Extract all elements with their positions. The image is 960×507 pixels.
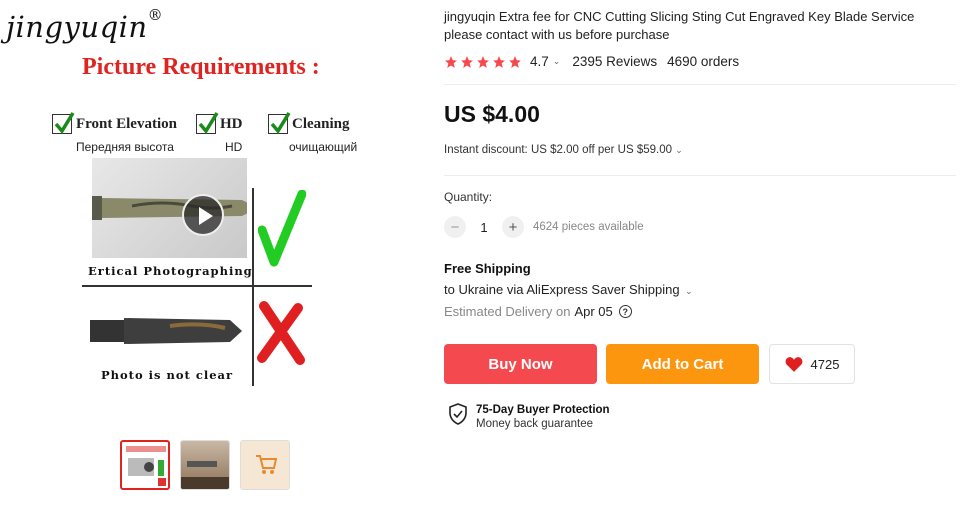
- quantity-label: Quantity:: [444, 190, 493, 204]
- buyer-protection: 75-Day Buyer Protection Money back guara…: [448, 403, 610, 431]
- instant-discount[interactable]: Instant discount: US $2.00 off per US $5…: [444, 144, 683, 156]
- brand-logo: jingyuqin®: [6, 6, 164, 44]
- caption-good: Ertical Photographing: [88, 264, 253, 278]
- help-icon[interactable]: ?: [618, 305, 632, 318]
- green-check-icon: [258, 190, 306, 267]
- star-icon: [461, 55, 473, 68]
- thumbnail-strip: [120, 440, 290, 490]
- blurry-key-photo: [90, 318, 242, 344]
- increase-quantity-button[interactable]: +: [502, 216, 524, 238]
- product-title: jingyuqin Extra fee for CNC Cutting Slic…: [444, 9, 915, 42]
- product-gallery: jingyuqin® Picture Requirements : Front …: [0, 0, 420, 507]
- add-to-cart-button[interactable]: Add to Cart: [606, 344, 759, 384]
- chevron-down-icon: ⌄: [675, 145, 683, 155]
- reviews-link[interactable]: 2395 Reviews: [572, 54, 657, 69]
- main-product-image[interactable]: jingyuqin® Picture Requirements : Front …: [0, 0, 420, 425]
- shipping-destination[interactable]: to Ukraine via AliExpress Saver Shipping…: [444, 282, 705, 297]
- red-x-icon: [257, 301, 305, 365]
- star-rating: [444, 55, 522, 69]
- divider-horizontal: [82, 285, 312, 287]
- play-video-icon[interactable]: [182, 194, 224, 236]
- estimated-delivery: Estimated Delivery on Apr 05 ?: [444, 304, 632, 319]
- shield-check-icon: [449, 403, 467, 425]
- divider-vertical: [252, 188, 254, 386]
- protection-title: 75-Day Buyer Protection: [476, 404, 610, 416]
- wishlist-button[interactable]: 4725: [769, 344, 855, 384]
- shopping-cart-icon: [256, 455, 278, 474]
- thumbnail-3[interactable]: [240, 440, 290, 490]
- shipping-title: Free Shipping: [444, 261, 531, 276]
- checkmark-icon: [196, 112, 219, 134]
- star-icon: [493, 55, 505, 68]
- wishlist-count: 4725: [810, 356, 840, 372]
- decrease-quantity-button[interactable]: −: [444, 216, 466, 238]
- star-icon: [477, 55, 489, 68]
- checkmark-icon: [268, 112, 291, 134]
- chevron-down-icon[interactable]: ⌄: [553, 56, 561, 67]
- key-blade-image: [92, 196, 247, 220]
- product-price: US $4.00: [444, 101, 540, 127]
- quantity-input[interactable]: 1: [466, 220, 502, 235]
- quantity-stepper: − 1 + 4624 pieces available: [444, 216, 644, 238]
- thumbnail-2[interactable]: [180, 440, 230, 490]
- pieces-available: 4624 pieces available: [533, 221, 644, 233]
- delivery-date: Apr 05: [574, 304, 613, 319]
- orders-count: 4690 orders: [667, 54, 740, 69]
- requirement-front-elevation: Front Elevation: [52, 112, 177, 134]
- rating-row: 4.7 ⌄ 2395 Reviews 4690 orders: [444, 54, 739, 69]
- divider: [444, 84, 956, 85]
- buy-now-button[interactable]: Buy Now: [444, 344, 597, 384]
- heart-icon: [785, 357, 802, 372]
- requirement-sub-hd: HD: [225, 140, 243, 154]
- star-icon: [509, 55, 521, 68]
- requirement-hd: HD: [196, 112, 243, 134]
- checkmark-icon: [52, 112, 75, 134]
- protection-subtitle: Money back guarantee: [476, 418, 593, 430]
- caption-bad: Photo is not clear: [101, 368, 234, 382]
- chevron-down-icon: ⌄: [682, 286, 693, 296]
- product-info: jingyuqin Extra fee for CNC Cutting Slic…: [444, 0, 960, 507]
- rating-value[interactable]: 4.7: [530, 54, 549, 69]
- requirements-heading: Picture Requirements :: [82, 54, 320, 80]
- thumbnail-1[interactable]: [120, 440, 170, 490]
- requirement-cleaning: Cleaning: [268, 112, 350, 134]
- divider: [444, 175, 956, 176]
- star-icon: [445, 55, 457, 68]
- requirement-sub-front: Передняя высота: [76, 140, 174, 154]
- good-key-photo: [92, 158, 247, 258]
- requirement-sub-cleaning: очищающий: [289, 140, 358, 154]
